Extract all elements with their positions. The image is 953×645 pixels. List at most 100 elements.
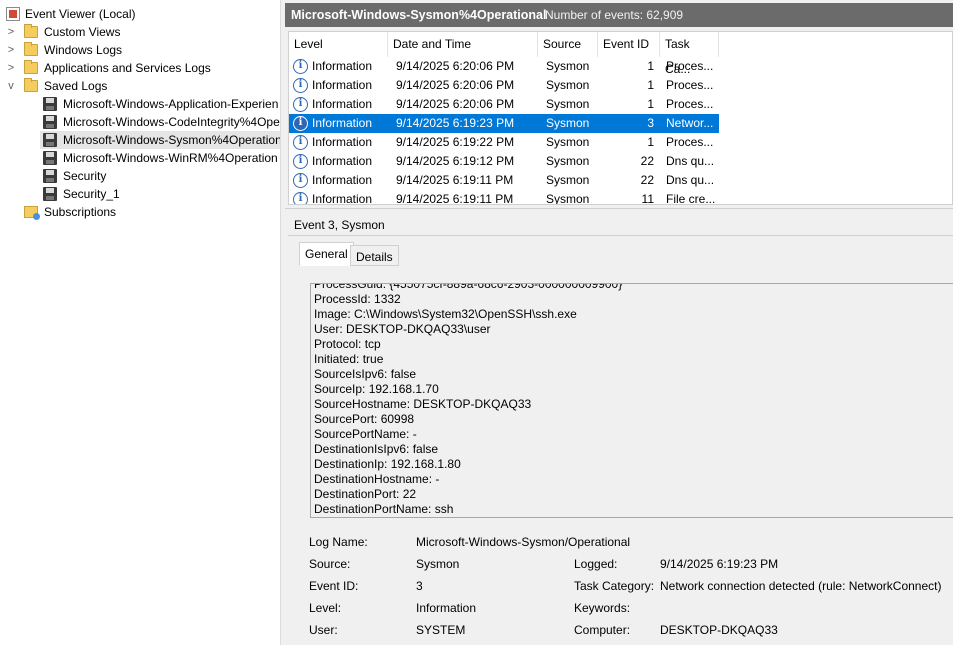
chevron-down-icon[interactable]: v [5, 77, 17, 95]
description-line: ProcessId: 1332 [314, 292, 401, 306]
pane-splitter[interactable] [285, 208, 953, 212]
event-date: 9/14/2025 6:19:12 PM [396, 154, 515, 168]
tree-node-label: Microsoft-Windows-Application-Experien [63, 97, 279, 111]
tab-general[interactable]: General [299, 242, 354, 266]
event-date: 9/14/2025 6:20:06 PM [396, 59, 515, 73]
description-line: DestinationPortName: ssh [314, 502, 454, 516]
event-id: 22 [640, 173, 654, 187]
description-line: SourcePortName: - [314, 427, 417, 441]
description-line: ProcessGuid: {455075cf-889a-68c6-2903-00… [314, 283, 623, 291]
event-row[interactable]: i Information 9/14/2025 6:20:06 PM Sysmo… [289, 95, 719, 114]
tab-details[interactable]: Details [350, 245, 399, 266]
description-line: Protocol: tcp [314, 337, 381, 351]
tree-node-saved-logs[interactable]: v Saved Logs [0, 77, 280, 95]
description-line: SourceIsIpv6: false [314, 367, 417, 381]
event-description[interactable]: ProcessGuid: {455075cf-889a-68c6-2903-00… [310, 283, 953, 518]
event-date: 9/14/2025 6:19:23 PM [396, 116, 515, 130]
event-viewer-icon [6, 7, 20, 21]
event-id: 1 [647, 97, 654, 111]
source-label: Source: [309, 557, 351, 571]
column-header-source[interactable]: Source [538, 32, 598, 57]
information-icon: i [293, 173, 308, 188]
tree-node-label: Security [63, 169, 107, 183]
tree-node-label: Microsoft-Windows-WinRM%4Operation [63, 151, 278, 165]
column-header-level[interactable]: Level [289, 32, 388, 57]
logged-label: Logged: [574, 557, 618, 571]
event-level: Information [312, 59, 373, 73]
tree-node-label: Microsoft-Windows-Sysmon%4Operation [63, 133, 281, 147]
event-row[interactable]: i Information 9/14/2025 6:19:11 PM Sysmo… [289, 171, 719, 190]
information-icon: i [293, 116, 308, 131]
event-source: Sysmon [546, 135, 590, 149]
event-row[interactable]: i Information 9/14/2025 6:20:06 PM Sysmo… [289, 57, 719, 76]
event-date: 9/14/2025 6:19:11 PM [396, 173, 514, 187]
chevron-right-icon[interactable]: > [5, 41, 17, 59]
event-task: File cre... [666, 192, 716, 205]
log-header: Microsoft-Windows-Sysmon%4Operational Nu… [285, 3, 953, 27]
log-name-value: Microsoft-Windows-Sysmon/Operational [416, 535, 631, 549]
event-row[interactable]: i Information 9/14/2025 6:19:12 PM Sysmo… [289, 152, 719, 171]
tree-node-custom-views[interactable]: > Custom Views [0, 23, 280, 41]
tree-node-saved-log[interactable]: Microsoft-Windows-WinRM%4Operation [0, 149, 280, 167]
tree-node-applications-services-logs[interactable]: > Applications and Services Logs [0, 59, 280, 77]
event-id-value: 3 [416, 579, 423, 593]
description-line: SourcePort: 60998 [314, 412, 415, 426]
event-id: 11 [641, 192, 654, 205]
event-task: Dns qu... [666, 173, 715, 187]
tree-node-saved-log[interactable]: Microsoft-Windows-Application-Experien [0, 95, 280, 113]
description-line: User: DESKTOP-DKQAQ33\user [314, 322, 491, 336]
event-id: 22 [640, 154, 654, 168]
column-header-event-id[interactable]: Event ID [598, 32, 660, 57]
subscriptions-icon [24, 206, 40, 220]
event-level: Information [312, 173, 373, 187]
column-header-date-time[interactable]: Date and Time [388, 32, 538, 57]
tree-node-event-viewer[interactable]: Event Viewer (Local) [0, 5, 280, 23]
event-source: Sysmon [546, 192, 590, 205]
navigation-tree: Event Viewer (Local) > Custom Views > Wi… [0, 0, 281, 645]
event-count: Number of events: 62,909 [545, 8, 684, 22]
user-label: User: [309, 623, 338, 637]
event-task: Proces... [666, 59, 714, 73]
event-level: Information [312, 78, 373, 92]
event-source: Sysmon [546, 78, 590, 92]
tree-node-label: Subscriptions [44, 205, 117, 219]
event-task: Dns qu... [666, 154, 715, 168]
event-row[interactable]: i Information 9/14/2025 6:20:06 PM Sysmo… [289, 76, 719, 95]
column-header-task-category[interactable]: Task Ca... [660, 32, 719, 76]
tree-node-saved-log-selected[interactable]: Microsoft-Windows-Sysmon%4Operation [40, 131, 281, 149]
tree-node-saved-log[interactable]: Security [0, 167, 280, 185]
event-row[interactable]: i Information 9/14/2025 6:19:11 PM Sysmo… [289, 190, 719, 205]
level-label: Level: [309, 601, 342, 615]
event-level: Information [312, 97, 373, 111]
information-icon: i [293, 59, 308, 74]
description-line: DestinationPort: 22 [314, 487, 417, 501]
tree-node-windows-logs[interactable]: > Windows Logs [0, 41, 280, 59]
tree-node-subscriptions[interactable]: Subscriptions [0, 203, 280, 221]
source-value: Sysmon [416, 557, 460, 571]
chevron-right-icon[interactable]: > [5, 23, 17, 41]
event-date: 9/14/2025 6:19:22 PM [396, 135, 515, 149]
log-name-label: Log Name: [309, 535, 368, 549]
description-line: DestinationIsIpv6: false [314, 442, 439, 456]
information-icon: i [293, 154, 308, 169]
folder-icon [24, 78, 38, 92]
event-source: Sysmon [546, 116, 590, 130]
event-row-selected[interactable]: i Information 9/14/2025 6:19:23 PM Sysmo… [289, 113, 720, 134]
event-row[interactable]: i Information 9/14/2025 6:19:22 PM Sysmo… [289, 133, 719, 152]
chevron-right-icon[interactable]: > [5, 59, 17, 77]
event-source: Sysmon [546, 173, 590, 187]
tree-node-saved-log[interactable]: Security_1 [0, 185, 280, 203]
tree-node-label: Applications and Services Logs [44, 61, 211, 75]
event-task: Proces... [666, 97, 714, 111]
tree-node-saved-log[interactable]: Microsoft-Windows-CodeIntegrity%4Ope [0, 113, 280, 131]
event-date: 9/14/2025 6:20:06 PM [396, 78, 515, 92]
tree-node-label: Windows Logs [44, 43, 123, 57]
event-list: Level Date and Time Source Event ID Task… [288, 31, 953, 205]
saved-log-icon [43, 115, 57, 129]
event-task: Proces... [666, 78, 714, 92]
tree-node-label: Saved Logs [44, 79, 108, 93]
computer-label: Computer: [574, 623, 631, 637]
event-id: 3 [647, 116, 654, 130]
main-pane: Microsoft-Windows-Sysmon%4Operational Nu… [285, 0, 953, 645]
level-value: Information [416, 601, 477, 615]
